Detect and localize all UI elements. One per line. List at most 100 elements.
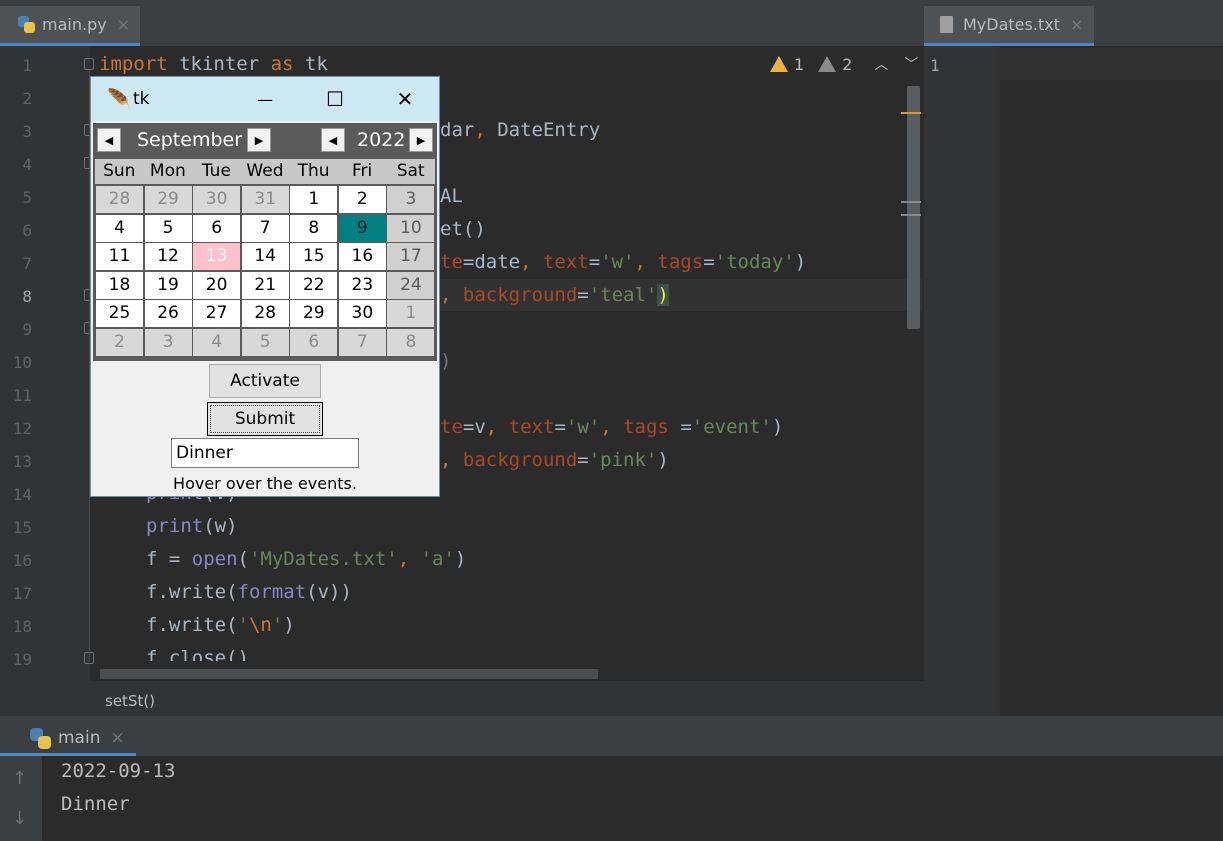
inspection-widget[interactable]: 1 2 ︿ ﹀ <box>770 54 918 74</box>
fold-marker-icon[interactable] <box>84 58 94 70</box>
calendar-day[interactable]: 17 <box>387 243 435 271</box>
calendar-day[interactable]: 8 <box>290 214 338 242</box>
console-output[interactable] <box>42 756 1223 841</box>
next-year-button[interactable]: ▶ <box>409 128 433 152</box>
arrow-down-icon[interactable]: ↓ <box>12 808 27 829</box>
calendar-day[interactable]: 5 <box>144 214 192 242</box>
code-line-13[interactable]: , background='pink') <box>440 449 669 471</box>
code-line-8[interactable]: , background='teal') <box>440 284 669 306</box>
code-line-19[interactable]: f.close() <box>146 647 249 661</box>
calendar-day[interactable]: 2 <box>338 186 386 213</box>
line-number: 10 <box>12 353 32 372</box>
calendar-day[interactable]: 28 <box>96 186 143 213</box>
calendar-day[interactable]: 30 <box>338 300 386 328</box>
code-line-5[interactable]: AL <box>440 185 463 207</box>
code-line-3[interactable]: dar, DateEntry <box>440 119 600 141</box>
tab-mydates-txt[interactable]: MyDates.txt × <box>924 6 1094 46</box>
calendar-day[interactable]: 7 <box>241 214 289 242</box>
weekday-label: Sun <box>103 161 136 181</box>
error-stripe-mark[interactable] <box>901 201 921 203</box>
calendar-day[interactable]: 29 <box>290 300 338 328</box>
month-label: September <box>137 129 243 151</box>
prev-year-button[interactable]: ◀ <box>321 128 345 152</box>
calendar-day[interactable]: 7 <box>338 329 386 356</box>
calendar-day[interactable]: 6 <box>193 214 241 242</box>
warning-icon <box>770 56 788 72</box>
close-icon[interactable]: × <box>110 728 124 748</box>
mydates-editor[interactable] <box>1000 46 1223 716</box>
code-line-12[interactable]: te=v, text='w', tags ='event') <box>440 416 783 438</box>
close-icon[interactable]: × <box>1070 15 1083 34</box>
calendar-day[interactable]: 27 <box>193 300 241 328</box>
calendar-day[interactable]: 21 <box>241 271 289 299</box>
error-stripe-mark[interactable] <box>901 214 921 216</box>
breadcrumb[interactable]: setSt() <box>105 692 155 710</box>
arrow-up-icon[interactable]: ↑ <box>12 768 27 789</box>
close-icon[interactable]: × <box>117 15 130 34</box>
tab-main-py[interactable]: main.py × <box>0 6 140 46</box>
code-line-16[interactable]: f = open('MyDates.txt', 'a') <box>146 548 466 570</box>
calendar-day[interactable]: 4 <box>96 214 143 242</box>
calendar-day[interactable]: 1 <box>387 300 435 328</box>
next-month-button[interactable]: ▶ <box>247 128 271 152</box>
code-line-1[interactable]: import tkinter as tk <box>99 53 328 75</box>
calendar-day[interactable]: 24 <box>387 271 435 299</box>
chevron-down-icon[interactable]: ﹀ <box>904 54 918 74</box>
calendar-day[interactable]: 15 <box>290 243 338 271</box>
calendar-day[interactable]: 12 <box>144 243 192 271</box>
code-line-17[interactable]: f.write(format(v)) <box>146 581 352 603</box>
calendar-day[interactable]: 3 <box>387 186 435 213</box>
horizontal-scrollbar[interactable] <box>100 669 598 679</box>
tk-title-bar[interactable]: 🪶 tk — ☐ ✕ <box>91 77 439 121</box>
calendar-day[interactable]: 5 <box>241 329 289 356</box>
code-line-15[interactable]: print(w) <box>146 515 238 537</box>
calendar-day[interactable]: 8 <box>387 329 435 356</box>
calendar-day[interactable]: 11 <box>96 243 143 271</box>
calendar-day[interactable]: 31 <box>241 186 289 213</box>
calendar-day[interactable]: 1 <box>290 186 338 213</box>
right-line-number: 1 <box>930 56 940 75</box>
calendar-day[interactable]: 10 <box>387 214 435 242</box>
close-button[interactable]: ✕ <box>381 83 429 115</box>
calendar-day[interactable]: 3 <box>144 329 192 356</box>
run-tab-main[interactable]: main × <box>0 722 136 756</box>
code-line-7[interactable]: te=date, text='w', tags='today') <box>440 251 806 273</box>
prev-month-button[interactable]: ◀ <box>97 128 121 152</box>
calendar-day[interactable]: 19 <box>144 271 192 299</box>
right-current-line <box>1000 48 1223 80</box>
calendar-day[interactable]: 9 <box>338 214 386 242</box>
line-number: 2 <box>22 89 32 108</box>
line-number: 4 <box>22 155 32 174</box>
calendar-day[interactable]: 2 <box>96 329 143 356</box>
code-line-18[interactable]: f.write('\n') <box>146 614 295 636</box>
chevron-up-icon[interactable]: ︿ <box>874 54 888 74</box>
line-number: 1 <box>22 56 32 75</box>
calendar-day[interactable]: 14 <box>241 243 289 271</box>
text-file-icon <box>940 16 953 33</box>
error-stripe-mark[interactable] <box>901 112 921 114</box>
minimize-button[interactable]: — <box>241 83 289 115</box>
calendar-day[interactable]: 30 <box>193 186 241 213</box>
calendar-day[interactable]: 29 <box>144 186 192 213</box>
event-entry[interactable]: Dinner <box>171 438 359 468</box>
maximize-button[interactable]: ☐ <box>311 83 359 115</box>
vertical-scrollbar[interactable] <box>907 86 920 329</box>
calendar-day[interactable]: 13 <box>193 243 241 271</box>
code-line-10[interactable]: ) <box>440 350 451 372</box>
calendar-day[interactable]: 28 <box>241 300 289 328</box>
calendar-widget[interactable]: ◀ September ▶ ◀ 2022 ▶ Sun Mon Tue Wed Thu Fr… <box>93 123 437 361</box>
calendar-day[interactable]: 26 <box>144 300 192 328</box>
submit-event-button[interactable]: Submit Event <box>207 402 323 461</box>
code-line-6[interactable]: et() <box>440 218 486 240</box>
feather-icon: 🪶 <box>107 87 132 111</box>
calendar-day[interactable]: 20 <box>193 271 241 299</box>
calendar-day[interactable]: 16 <box>338 243 386 271</box>
calendar-day[interactable]: 23 <box>338 271 386 299</box>
calendar-day[interactable]: 22 <box>290 271 338 299</box>
calendar-day[interactable]: 25 <box>96 300 143 328</box>
activate-button[interactable]: Activate <box>209 364 321 398</box>
calendar-day[interactable]: 18 <box>96 271 143 299</box>
tk-window[interactable]: 🪶 tk — ☐ ✕ ◀ September ▶ ◀ 2022 ▶ Sun Mon… <box>90 76 440 497</box>
calendar-day[interactable]: 6 <box>290 329 338 356</box>
calendar-day[interactable]: 4 <box>193 329 241 356</box>
